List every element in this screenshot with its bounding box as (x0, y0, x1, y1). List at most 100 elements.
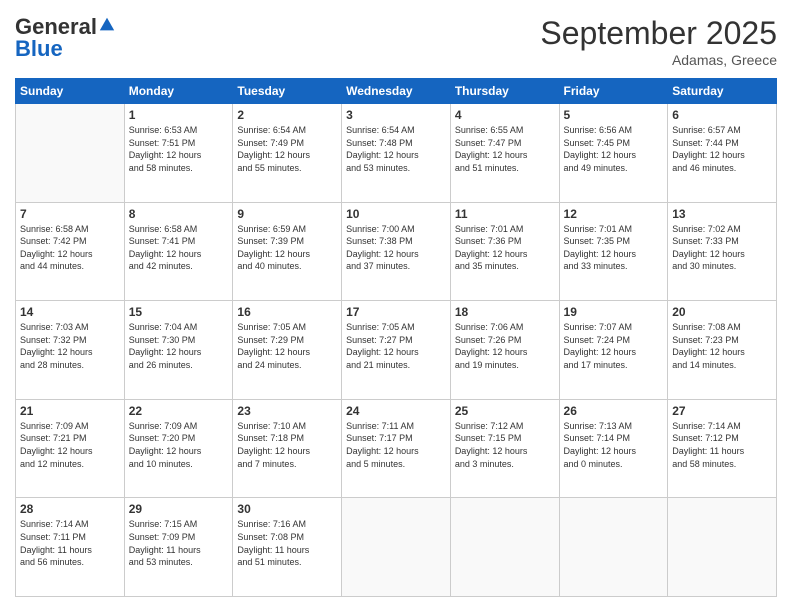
day-info: Sunrise: 7:14 AM Sunset: 7:11 PM Dayligh… (20, 518, 120, 568)
calendar-cell: 6 Sunrise: 6:57 AM Sunset: 7:44 PM Daylig… (668, 104, 777, 203)
calendar-cell: 3Sunrise: 6:54 AM Sunset: 7:48 PM Daylig… (342, 104, 451, 203)
calendar-week-row: 28 Sunrise: 7:14 AM Sunset: 7:11 PM Dayli… (16, 498, 777, 597)
calendar-header-thursday: Thursday (450, 79, 559, 104)
calendar-cell: 1Sunrise: 6:53 AM Sunset: 7:51 PM Daylig… (124, 104, 233, 203)
calendar-cell: 24 Sunrise: 7:11 AM Sunset: 7:17 PM Dayli… (342, 399, 451, 498)
day-info: Sunrise: 7:11 AM Sunset: 7:17 PM Dayligh… (346, 420, 446, 470)
calendar-cell: 5Sunrise: 6:56 AM Sunset: 7:45 PM Daylig… (559, 104, 668, 203)
logo: General Blue (15, 15, 116, 61)
calendar-header-friday: Friday (559, 79, 668, 104)
day-number: 18 (455, 305, 555, 319)
day-number: 10 (346, 207, 446, 221)
calendar-cell: 9 Sunrise: 6:59 AM Sunset: 7:39 PM Daylig… (233, 202, 342, 301)
calendar-cell: 27 Sunrise: 7:14 AM Sunset: 7:12 PM Dayli… (668, 399, 777, 498)
day-number: 12 (564, 207, 664, 221)
day-info: Sunrise: 7:04 AM Sunset: 7:30 PM Dayligh… (129, 321, 229, 371)
day-number: 30 (237, 502, 337, 516)
day-number: 24 (346, 404, 446, 418)
day-info: Sunrise: 7:03 AM Sunset: 7:32 PM Dayligh… (20, 321, 120, 371)
day-number: 4 (455, 108, 555, 122)
day-info: Sunrise: 7:09 AM Sunset: 7:21 PM Dayligh… (20, 420, 120, 470)
calendar-week-row: 1Sunrise: 6:53 AM Sunset: 7:51 PM Daylig… (16, 104, 777, 203)
calendar-table: SundayMondayTuesdayWednesdayThursdayFrid… (15, 78, 777, 597)
calendar-cell: 18 Sunrise: 7:06 AM Sunset: 7:26 PM Dayli… (450, 301, 559, 400)
day-info: Sunrise: 6:54 AM Sunset: 7:49 PM Dayligh… (237, 124, 337, 174)
calendar-week-row: 21Sunrise: 7:09 AM Sunset: 7:21 PM Dayli… (16, 399, 777, 498)
calendar-cell: 17Sunrise: 7:05 AM Sunset: 7:27 PM Dayli… (342, 301, 451, 400)
calendar-cell (559, 498, 668, 597)
day-info: Sunrise: 6:58 AM Sunset: 7:41 PM Dayligh… (129, 223, 229, 273)
calendar-cell: 11 Sunrise: 7:01 AM Sunset: 7:36 PM Dayli… (450, 202, 559, 301)
day-info: Sunrise: 6:59 AM Sunset: 7:39 PM Dayligh… (237, 223, 337, 273)
day-info: Sunrise: 7:01 AM Sunset: 7:36 PM Dayligh… (455, 223, 555, 273)
day-number: 15 (129, 305, 229, 319)
day-number: 20 (672, 305, 772, 319)
day-number: 11 (455, 207, 555, 221)
logo-icon (98, 16, 116, 34)
day-number: 13 (672, 207, 772, 221)
calendar-cell (668, 498, 777, 597)
day-number: 28 (20, 502, 120, 516)
day-info: Sunrise: 6:58 AM Sunset: 7:42 PM Dayligh… (20, 223, 120, 273)
day-info: Sunrise: 7:07 AM Sunset: 7:24 PM Dayligh… (564, 321, 664, 371)
calendar-cell: 12 Sunrise: 7:01 AM Sunset: 7:35 PM Dayli… (559, 202, 668, 301)
day-number: 9 (237, 207, 337, 221)
calendar-header-sunday: Sunday (16, 79, 125, 104)
day-number: 3 (346, 108, 446, 122)
day-info: Sunrise: 7:05 AM Sunset: 7:27 PM Dayligh… (346, 321, 446, 371)
calendar-cell: 14 Sunrise: 7:03 AM Sunset: 7:32 PM Dayli… (16, 301, 125, 400)
calendar-cell: 22Sunrise: 7:09 AM Sunset: 7:20 PM Dayli… (124, 399, 233, 498)
day-number: 1 (129, 108, 229, 122)
calendar-cell: 13 Sunrise: 7:02 AM Sunset: 7:33 PM Dayli… (668, 202, 777, 301)
calendar-cell (16, 104, 125, 203)
month-title: September 2025 (540, 15, 777, 52)
day-info: Sunrise: 7:12 AM Sunset: 7:15 PM Dayligh… (455, 420, 555, 470)
calendar-week-row: 14 Sunrise: 7:03 AM Sunset: 7:32 PM Dayli… (16, 301, 777, 400)
calendar-header-row: SundayMondayTuesdayWednesdayThursdayFrid… (16, 79, 777, 104)
calendar-cell: 23Sunrise: 7:10 AM Sunset: 7:18 PM Dayli… (233, 399, 342, 498)
day-info: Sunrise: 7:05 AM Sunset: 7:29 PM Dayligh… (237, 321, 337, 371)
day-number: 16 (237, 305, 337, 319)
header: General Blue September 2025 Adamas, Gree… (15, 15, 777, 68)
calendar-header-wednesday: Wednesday (342, 79, 451, 104)
calendar-cell: 7Sunrise: 6:58 AM Sunset: 7:42 PM Daylig… (16, 202, 125, 301)
day-number: 14 (20, 305, 120, 319)
logo-blue: Blue (15, 37, 63, 61)
calendar-cell: 25Sunrise: 7:12 AM Sunset: 7:15 PM Dayli… (450, 399, 559, 498)
calendar-cell: 20 Sunrise: 7:08 AM Sunset: 7:23 PM Dayli… (668, 301, 777, 400)
day-info: Sunrise: 7:14 AM Sunset: 7:12 PM Dayligh… (672, 420, 772, 470)
day-number: 22 (129, 404, 229, 418)
calendar-header-monday: Monday (124, 79, 233, 104)
day-info: Sunrise: 6:56 AM Sunset: 7:45 PM Dayligh… (564, 124, 664, 174)
day-info: Sunrise: 6:57 AM Sunset: 7:44 PM Dayligh… (672, 124, 772, 174)
day-info: Sunrise: 7:08 AM Sunset: 7:23 PM Dayligh… (672, 321, 772, 371)
calendar-cell: 19 Sunrise: 7:07 AM Sunset: 7:24 PM Dayli… (559, 301, 668, 400)
calendar-cell: 21Sunrise: 7:09 AM Sunset: 7:21 PM Dayli… (16, 399, 125, 498)
calendar-cell: 10 Sunrise: 7:00 AM Sunset: 7:38 PM Dayli… (342, 202, 451, 301)
calendar-cell: 16 Sunrise: 7:05 AM Sunset: 7:29 PM Dayli… (233, 301, 342, 400)
day-number: 26 (564, 404, 664, 418)
day-info: Sunrise: 7:10 AM Sunset: 7:18 PM Dayligh… (237, 420, 337, 470)
day-number: 27 (672, 404, 772, 418)
day-number: 19 (564, 305, 664, 319)
day-number: 29 (129, 502, 229, 516)
day-info: Sunrise: 7:16 AM Sunset: 7:08 PM Dayligh… (237, 518, 337, 568)
title-block: September 2025 Adamas, Greece (540, 15, 777, 68)
calendar-cell: 2 Sunrise: 6:54 AM Sunset: 7:49 PM Daylig… (233, 104, 342, 203)
calendar-cell (450, 498, 559, 597)
day-info: Sunrise: 7:13 AM Sunset: 7:14 PM Dayligh… (564, 420, 664, 470)
day-info: Sunrise: 7:02 AM Sunset: 7:33 PM Dayligh… (672, 223, 772, 273)
day-info: Sunrise: 7:01 AM Sunset: 7:35 PM Dayligh… (564, 223, 664, 273)
day-info: Sunrise: 7:06 AM Sunset: 7:26 PM Dayligh… (455, 321, 555, 371)
day-info: Sunrise: 7:00 AM Sunset: 7:38 PM Dayligh… (346, 223, 446, 273)
day-number: 6 (672, 108, 772, 122)
day-info: Sunrise: 6:55 AM Sunset: 7:47 PM Dayligh… (455, 124, 555, 174)
calendar-cell: 29Sunrise: 7:15 AM Sunset: 7:09 PM Dayli… (124, 498, 233, 597)
calendar-cell: 30 Sunrise: 7:16 AM Sunset: 7:08 PM Dayli… (233, 498, 342, 597)
calendar-cell: 8Sunrise: 6:58 AM Sunset: 7:41 PM Daylig… (124, 202, 233, 301)
calendar-header-tuesday: Tuesday (233, 79, 342, 104)
calendar-cell: 4 Sunrise: 6:55 AM Sunset: 7:47 PM Daylig… (450, 104, 559, 203)
calendar-header-saturday: Saturday (668, 79, 777, 104)
day-number: 2 (237, 108, 337, 122)
calendar-cell: 28 Sunrise: 7:14 AM Sunset: 7:11 PM Dayli… (16, 498, 125, 597)
